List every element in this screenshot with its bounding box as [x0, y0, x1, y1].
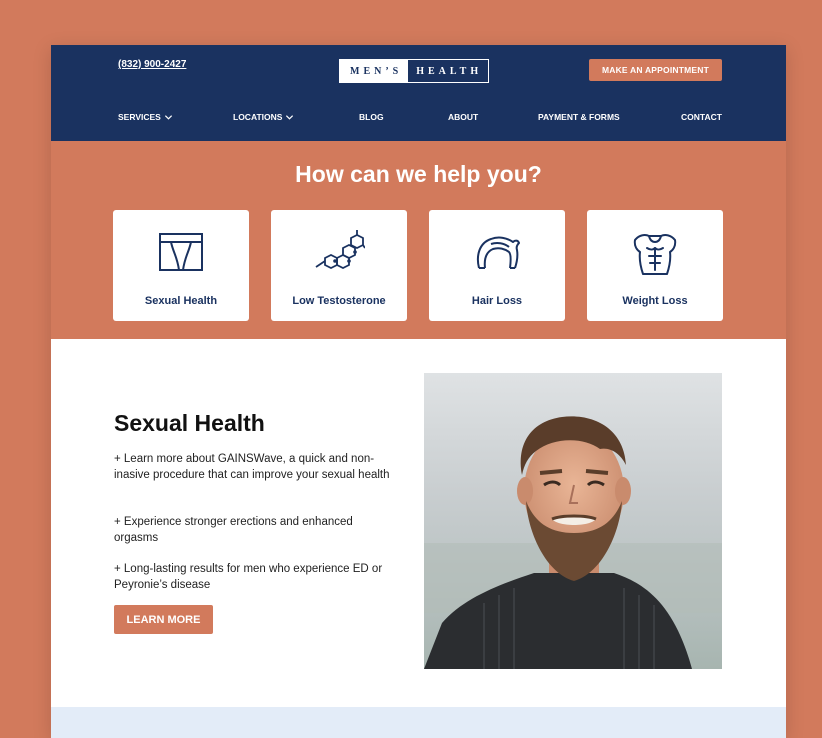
learn-more-button[interactable]: LEARN MORE	[114, 605, 213, 634]
help-title: How can we help you?	[295, 161, 542, 187]
card-label: Sexual Health	[144, 295, 218, 307]
nav-item-label: ABOUT	[448, 112, 479, 122]
nav-item-locations[interactable]: LOCATIONS	[233, 112, 294, 122]
portrait-photo	[424, 373, 722, 669]
hair-icon	[476, 236, 520, 269]
feature-point: + Experience stronger erections and enha…	[114, 516, 353, 544]
feature-point: + Learn more about GAINSWave, a quick an…	[114, 453, 390, 481]
underwear-icon	[159, 233, 203, 271]
nav-item-services[interactable]: SERVICES	[118, 112, 173, 122]
service-card-sexual-health[interactable]: Sexual Health	[113, 210, 249, 321]
molecule-icon	[315, 230, 365, 270]
service-card-low-testosterone[interactable]: Low Testosterone	[271, 210, 407, 321]
make-appointment-button[interactable]: MAKE AN APPOINTMENT	[589, 59, 722, 81]
nav-item-label: SERVICES	[118, 112, 161, 122]
site-header: (832) 900-2427 MEN’S HEALTH MAKE AN APPO…	[51, 45, 786, 141]
logo-text-health: HEALTH	[416, 65, 483, 77]
nav-item-contact[interactable]: CONTACT	[681, 112, 722, 122]
feature-title: Sexual Health	[114, 410, 265, 436]
page-frame: (832) 900-2427 MEN’S HEALTH MAKE AN APPO…	[51, 45, 786, 738]
logo-text-mens: MEN’S	[340, 60, 409, 82]
chevron-down-icon	[164, 114, 172, 120]
nav-item-about[interactable]: ABOUT	[448, 112, 478, 122]
feature-point: + Long-lasting results for men who exper…	[114, 563, 383, 591]
service-card-hair-loss[interactable]: Hair Loss	[429, 210, 565, 321]
nav-item-label: LOCATIONS	[233, 112, 283, 122]
phone-link[interactable]: (832) 900-2427	[118, 59, 186, 70]
nav-item-blog[interactable]: BLOG	[359, 112, 384, 122]
torso-icon	[633, 234, 677, 275]
chevron-down-icon	[286, 114, 294, 120]
nav-item-label: PAYMENT & FORMS	[538, 112, 620, 122]
card-label: Hair Loss	[471, 295, 523, 307]
card-label: Weight Loss	[622, 295, 688, 307]
site-logo[interactable]: MEN’S HEALTH	[339, 59, 490, 83]
help-section: How can we help you? Sexual Health Low T…	[51, 141, 786, 339]
nav-item-label: CONTACT	[681, 112, 722, 122]
nav-item-label: BLOG	[359, 112, 384, 122]
nav-item-payment-forms[interactable]: PAYMENT & FORMS	[538, 112, 620, 122]
main-nav: SERVICES LOCATIONS BLOG ABOUT PAYMENT & …	[51, 112, 786, 128]
next-section-band	[51, 707, 786, 738]
card-label: Low Testosterone	[292, 295, 386, 307]
service-card-weight-loss[interactable]: Weight Loss	[587, 210, 723, 321]
